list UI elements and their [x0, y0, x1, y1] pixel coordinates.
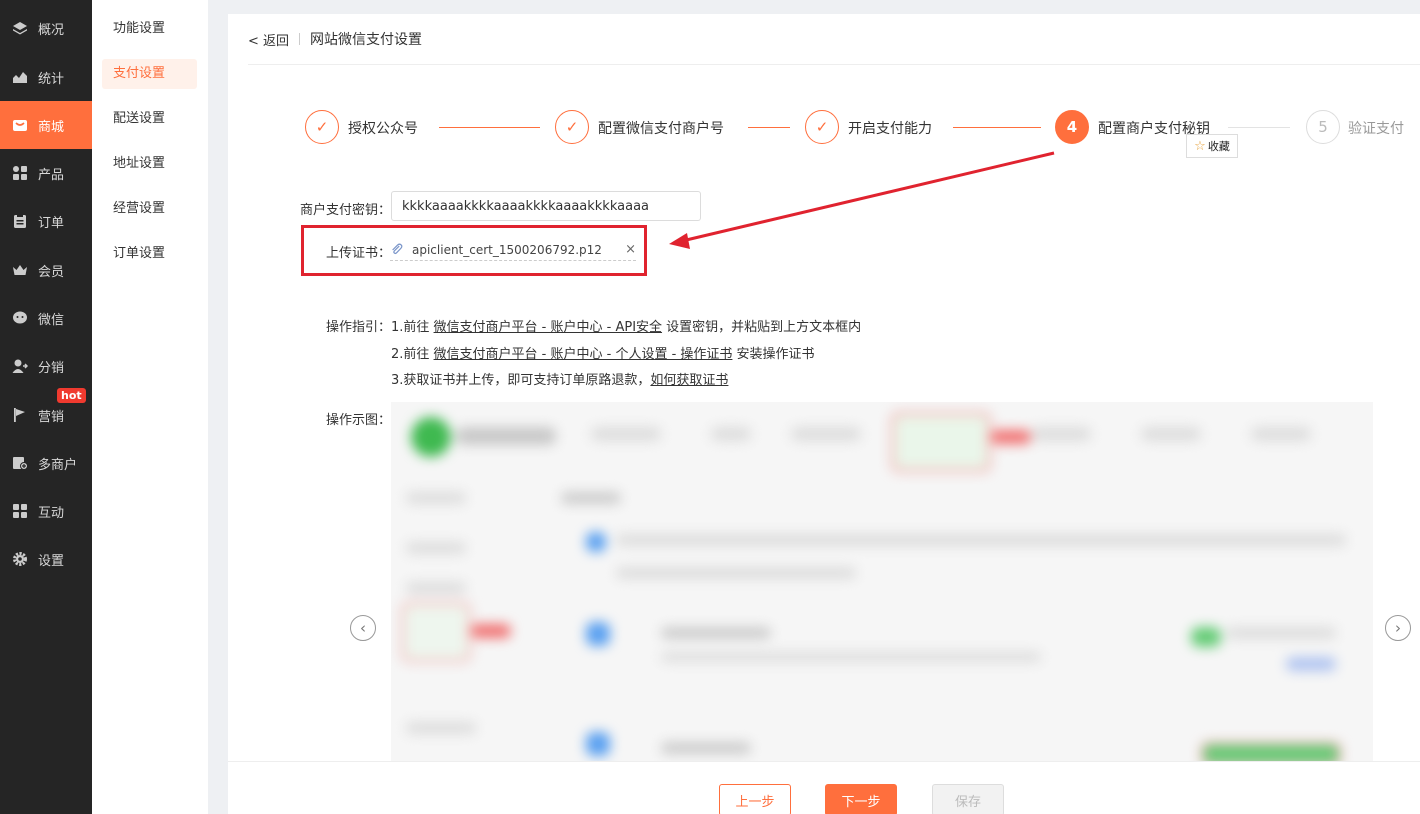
- sub-nav: 功能设置 支付设置 配送设置 地址设置 经营设置 订单设置: [92, 0, 208, 814]
- step-5-number: 5: [1306, 110, 1340, 144]
- step-4-number: 4: [1055, 110, 1089, 144]
- step-connector: [748, 127, 790, 128]
- merchant-key-label: 商户支付密钥：: [300, 203, 392, 218]
- subnav-item-order[interactable]: 订单设置: [102, 239, 197, 269]
- nav-item-settings[interactable]: 设置: [0, 535, 92, 583]
- chart-icon: [13, 72, 27, 83]
- guide-text: 安装操作证书: [732, 347, 815, 362]
- nav-item-multi-merchant[interactable]: 多商户: [0, 439, 92, 487]
- guide-text: 设置密钥，并粘贴到上方文本框内: [662, 320, 862, 335]
- header-divider: [299, 33, 301, 45]
- step-1-label: 授权公众号: [348, 121, 418, 137]
- api-security-link[interactable]: 微信支付商户平台 - 账户中心 - API安全: [434, 320, 662, 335]
- main-panel: < 返回 网站微信支付设置 ✓ 授权公众号 ✓ 配置微信支付商户号 ✓ 开启支付…: [228, 14, 1420, 814]
- subnav-item-function[interactable]: 功能设置: [102, 14, 197, 44]
- nav-item-label: 多商户: [38, 457, 78, 473]
- star-icon: ☆: [1194, 138, 1206, 154]
- flag-icon: [14, 408, 25, 422]
- guide-label: 操作指引：: [326, 320, 392, 335]
- save-button[interactable]: 保存: [932, 784, 1004, 814]
- user-share-icon: [12, 359, 28, 373]
- operation-preview-image: [391, 402, 1373, 772]
- preview-label: 操作示图：: [326, 413, 392, 428]
- nav-item-wechat[interactable]: 微信: [0, 294, 92, 342]
- step-connector: [1228, 127, 1290, 128]
- nav-item-marketing[interactable]: 营销 hot: [0, 388, 92, 439]
- nav-item-products[interactable]: 产品: [0, 149, 92, 197]
- nav-item-label: 概况: [38, 22, 65, 38]
- nav-item-label: 互动: [38, 505, 65, 521]
- nav-item-label: 产品: [38, 167, 65, 183]
- nav-item-label: 商城: [38, 119, 65, 135]
- carousel-next-button[interactable]: ›: [1385, 615, 1411, 641]
- subnav-item-address[interactable]: 地址设置: [102, 149, 197, 179]
- step-1-check-icon: ✓: [305, 110, 339, 144]
- back-link[interactable]: < 返回: [248, 30, 289, 49]
- guide-line-2: 2.前往 微信支付商户平台 - 账户中心 - 个人设置 - 操作证书 安装操作证…: [391, 343, 815, 362]
- carousel-prev-button[interactable]: ‹: [350, 615, 376, 641]
- nav-item-orders[interactable]: 订单: [0, 197, 92, 245]
- grid-icon: [13, 166, 27, 180]
- nav-item-label: 会员: [38, 264, 65, 280]
- upload-cert-label: 上传证书：: [326, 246, 392, 261]
- page-header: < 返回 网站微信支付设置: [248, 14, 1420, 65]
- guide-line-1: 1.前往 微信支付商户平台 - 账户中心 - API安全 设置密钥，并粘贴到上方…: [391, 316, 861, 335]
- layers-icon: [13, 22, 27, 35]
- merchant-key-input[interactable]: [391, 191, 701, 221]
- subnav-item-business[interactable]: 经营设置: [102, 194, 197, 224]
- favorite-label: 收藏: [1207, 140, 1230, 153]
- subnav-item-payment[interactable]: 支付设置: [102, 59, 197, 89]
- step-3-label: 开启支付能力: [848, 121, 932, 137]
- next-step-button[interactable]: 下一步: [825, 784, 897, 814]
- how-to-get-cert-link[interactable]: 如何获取证书: [650, 373, 728, 388]
- crown-icon: [13, 265, 27, 275]
- guide-line-3: 3.获取证书并上传，即可支持订单原路退款，如何获取证书: [391, 369, 728, 388]
- wechat-icon: [13, 311, 27, 324]
- hot-badge: hot: [57, 388, 86, 403]
- gear-icon: [13, 552, 27, 566]
- subnav-item-delivery[interactable]: 配送设置: [102, 104, 197, 134]
- nav-item-label: 微信: [38, 312, 65, 328]
- favorite-button[interactable]: ☆ 收藏: [1186, 134, 1238, 158]
- cert-file-name[interactable]: apiclient_cert_1500206792.p12: [412, 243, 602, 257]
- nav-item-label: 营销: [38, 409, 65, 425]
- step-2-label: 配置微信支付商户号: [598, 121, 724, 137]
- step-3-check-icon: ✓: [805, 110, 839, 144]
- shop-icon: [13, 120, 27, 131]
- store-plus-icon: [13, 457, 28, 470]
- operation-cert-link[interactable]: 微信支付商户平台 - 账户中心 - 个人设置 - 操作证书: [434, 347, 733, 362]
- nav-item-overview[interactable]: 概况: [0, 4, 92, 52]
- nav-item-label: 分销: [38, 360, 65, 376]
- uploaded-cert-file: apiclient_cert_1500206792.p12 ×: [390, 239, 636, 261]
- main-nav: 概况 统计 商城 产品 订单 会员 微信 分销 营销 hot 多商户 互动 设置: [0, 0, 92, 814]
- nav-item-label: 统计: [38, 71, 65, 87]
- prev-step-button[interactable]: 上一步: [719, 784, 791, 814]
- apps-icon: [13, 504, 27, 518]
- step-5-label: 验证支付: [1348, 121, 1404, 137]
- page-title: 网站微信支付设置: [310, 32, 423, 48]
- step-2-check-icon: ✓: [555, 110, 589, 144]
- clipboard-icon: [14, 214, 26, 228]
- guide-text: 3.获取证书并上传，即可支持订单原路退款，: [391, 373, 651, 388]
- guide-text: 1.前往: [391, 320, 434, 335]
- nav-item-distribution[interactable]: 分销: [0, 342, 92, 390]
- nav-item-members[interactable]: 会员: [0, 246, 92, 294]
- action-footer: 上一步 下一步 保存: [228, 761, 1420, 814]
- remove-file-icon[interactable]: ×: [625, 242, 636, 257]
- nav-item-label: 订单: [38, 215, 65, 231]
- step-connector: [953, 127, 1041, 128]
- guide-text: 2.前往: [391, 347, 434, 362]
- nav-item-stats[interactable]: 统计: [0, 53, 92, 101]
- step-connector: [439, 127, 540, 128]
- nav-item-label: 设置: [38, 553, 65, 569]
- paperclip-icon: [392, 243, 403, 254]
- nav-item-shop[interactable]: 商城: [0, 101, 92, 149]
- nav-item-interaction[interactable]: 互动: [0, 487, 92, 535]
